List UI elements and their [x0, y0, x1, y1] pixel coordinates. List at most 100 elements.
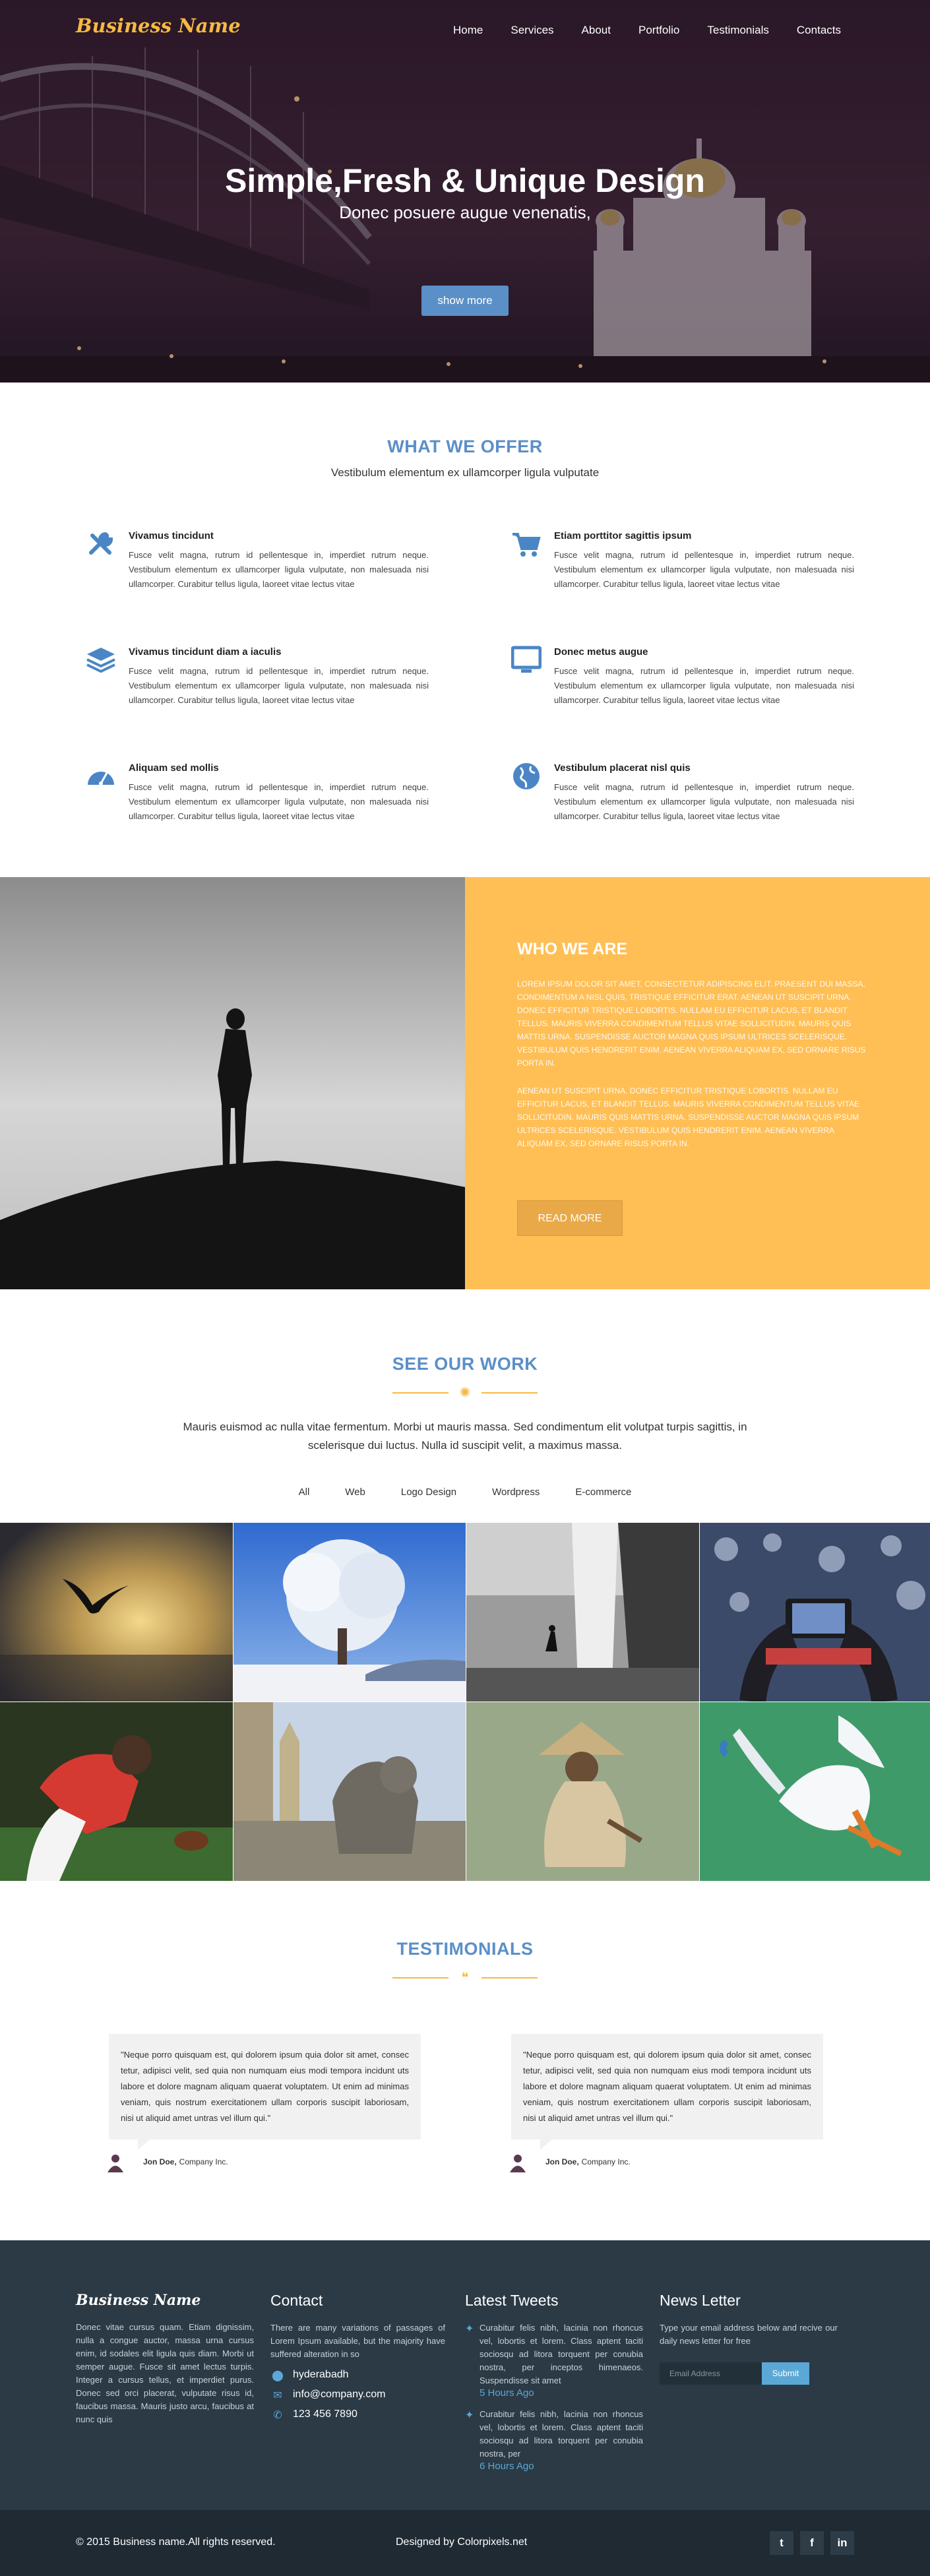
tweet-item: ✦ Curabitur felis nibh, lacinia non rhon…	[465, 2321, 643, 2399]
who-we-are-text: WHO WE ARE Lorem ipsum dolor sit amet, c…	[465, 877, 930, 1289]
author-company: Company Inc.	[582, 2157, 631, 2166]
testimonial-card: "Neque porro quisquam est, qui dolorem i…	[109, 2034, 421, 2172]
twitter-bird-icon: ✦	[465, 2408, 480, 2472]
portfolio-item-farmer-hat[interactable]	[466, 1702, 699, 1881]
nav-services[interactable]: Services	[511, 24, 553, 37]
nav-home[interactable]: Home	[453, 24, 483, 37]
wrench-icon	[86, 529, 116, 559]
hero-title: Simple,Fresh & Unique Design	[0, 162, 930, 200]
facebook-icon[interactable]: f	[800, 2531, 824, 2555]
filter-wordpress[interactable]: Wordpress	[492, 1487, 540, 1498]
nav-portfolio[interactable]: Portfolio	[638, 24, 679, 37]
footer-tweets: Latest Tweets ✦ Curabitur felis nibh, la…	[465, 2292, 643, 2481]
submit-button[interactable]: Submit	[762, 2362, 809, 2385]
brand-logo[interactable]: Business Name	[76, 15, 241, 37]
nav-about[interactable]: About	[582, 24, 611, 37]
section-divider: ❝	[392, 1970, 538, 1986]
feature-text: Fusce velit magna, rutrum id pellentesqu…	[129, 780, 429, 824]
filter-all[interactable]: All	[299, 1487, 310, 1498]
envelope-icon: ✉	[270, 2389, 285, 2401]
filter-logo-design[interactable]: Logo Design	[401, 1487, 456, 1498]
portfolio-item-stork[interactable]	[700, 1702, 930, 1881]
avatar	[507, 2151, 528, 2172]
who-we-are-section: WHO WE ARE Lorem ipsum dolor sit amet, c…	[0, 877, 930, 1289]
phone-icon: ✆	[270, 2408, 285, 2420]
avatar	[105, 2151, 126, 2172]
portfolio-item-football-player[interactable]	[0, 1702, 233, 1881]
copyright-text: © 2015 Business name.All rights reserved…	[76, 2536, 276, 2548]
portfolio-item-gargoyle[interactable]	[233, 1702, 466, 1881]
footer-bottom-bar: © 2015 Business name.All rights reserved…	[0, 2510, 930, 2576]
twitter-icon[interactable]: t	[770, 2531, 793, 2555]
shopping-cart-icon	[511, 529, 542, 559]
newsletter-text: Type your email address below and recive…	[660, 2321, 838, 2348]
feature-title: Vivamus tincidunt	[129, 530, 429, 541]
footer: Business Name Donec vitae cursus quam. E…	[0, 2240, 930, 2510]
filter-e-commerce[interactable]: E-commerce	[575, 1487, 631, 1498]
testimonial-author: Jon Doe, Company Inc.	[105, 2151, 421, 2172]
designed-by-text: Designed by Colorpixels.net	[396, 2536, 527, 2548]
filter-web[interactable]: Web	[345, 1487, 365, 1498]
portfolio-item-waterfall[interactable]	[466, 1523, 699, 1702]
author-name: Jon Doe,	[545, 2157, 579, 2166]
contact-location: ⬤ hyderabadh	[270, 2369, 445, 2381]
feature-item: Etiam porttitor sagittis ipsum Fusce vel…	[511, 529, 854, 645]
portfolio-filters: All Web Logo Design Wordpress E-commerce	[0, 1487, 930, 1498]
read-more-button[interactable]: READ MORE	[517, 1200, 623, 1236]
feature-item: Donec metus augue Fusce velit magna, rut…	[511, 645, 854, 761]
email-input[interactable]: Email Address	[660, 2362, 762, 2385]
contact-heading: Contact	[270, 2292, 445, 2310]
linkedin-icon[interactable]: in	[830, 2531, 854, 2555]
who-paragraph-2: Aenean ut suscipit urna. Donec efficitur…	[517, 1084, 871, 1150]
hero-subtitle: Donec posuere augue venenatis,	[0, 202, 930, 223]
feature-item: Vivamus tincidunt diam a iaculis Fusce v…	[86, 645, 429, 761]
see-our-work-section: SEE OUR WORK ✺ Mauris euismod ac nulla v…	[0, 1289, 930, 1881]
feature-text: Fusce velit magna, rutrum id pellentesqu…	[554, 548, 854, 592]
footer-about: Business Name Donec vitae cursus quam. E…	[76, 2292, 254, 2426]
contact-text: There are many variations of passages of…	[270, 2321, 445, 2361]
show-more-button[interactable]: show more	[421, 286, 509, 316]
who-title: WHO WE ARE	[517, 940, 871, 959]
dashboard-icon	[86, 761, 116, 791]
tweet-item: ✦ Curabitur felis nibh, lacinia non rhon…	[465, 2408, 643, 2472]
top-navbar: Business Name Home Services About Portfo…	[0, 0, 930, 59]
portfolio-item-frosted-tree[interactable]	[233, 1523, 466, 1702]
tweets-heading: Latest Tweets	[465, 2292, 643, 2310]
hero-section: Business Name Home Services About Portfo…	[0, 0, 930, 383]
twitter-bird-icon: ✦	[465, 2322, 480, 2399]
map-pin-icon: ⬤	[270, 2369, 285, 2381]
tweet-time: 5 Hours Ago	[480, 2387, 643, 2399]
sun-icon: ✺	[457, 1385, 473, 1401]
monitor-icon	[511, 645, 542, 675]
footer-logo[interactable]: Business Name	[76, 2292, 254, 2309]
nav-contacts[interactable]: Contacts	[797, 24, 841, 37]
feature-title: Etiam porttitor sagittis ipsum	[554, 530, 854, 541]
offer-title: WHAT WE OFFER	[0, 383, 930, 457]
globe-icon	[511, 761, 542, 791]
who-paragraph-1: Lorem ipsum dolor sit amet, consectetur …	[517, 977, 871, 1070]
footer-about-text: Donec vitae cursus quam. Etiam dignissim…	[76, 2321, 254, 2426]
contact-email: ✉ info@company.com	[270, 2389, 445, 2401]
testimonial-author: Jon Doe, Company Inc.	[507, 2151, 823, 2172]
feature-item: Aliquam sed mollis Fusce velit magna, ru…	[86, 761, 429, 877]
testimonial-quote: "Neque porro quisquam est, qui dolorem i…	[511, 2034, 823, 2139]
features-grid: Vivamus tincidunt Fusce velit magna, rut…	[86, 529, 854, 877]
nav-testimonials[interactable]: Testimonials	[707, 24, 769, 37]
portfolio-item-phone-camera[interactable]	[700, 1523, 930, 1702]
testimonials-title: TESTIMONIALS	[0, 1939, 930, 1959]
portfolio-grid	[0, 1523, 930, 1881]
silhouette-image	[0, 877, 465, 1289]
tweet-time: 6 Hours Ago	[480, 2461, 643, 2472]
footer-newsletter: News Letter Type your email address belo…	[660, 2292, 838, 2385]
email-link[interactable]: info@company.com	[293, 2389, 385, 2401]
feature-text: Fusce velit magna, rutrum id pellentesqu…	[129, 664, 429, 708]
main-menu: Home Services About Portfolio Testimonia…	[425, 24, 841, 37]
testimonial-quote: "Neque porro quisquam est, qui dolorem i…	[109, 2034, 421, 2139]
author-name: Jon Doe,	[143, 2157, 177, 2166]
social-links: t f in	[770, 2531, 854, 2555]
newsletter-heading: News Letter	[660, 2292, 838, 2310]
portfolio-item-bird-sunset[interactable]	[0, 1523, 233, 1702]
feature-title: Vivamus tincidunt diam a iaculis	[129, 646, 429, 658]
feature-text: Fusce velit magna, rutrum id pellentesqu…	[129, 548, 429, 592]
location-text: hyderabadh	[293, 2369, 349, 2381]
